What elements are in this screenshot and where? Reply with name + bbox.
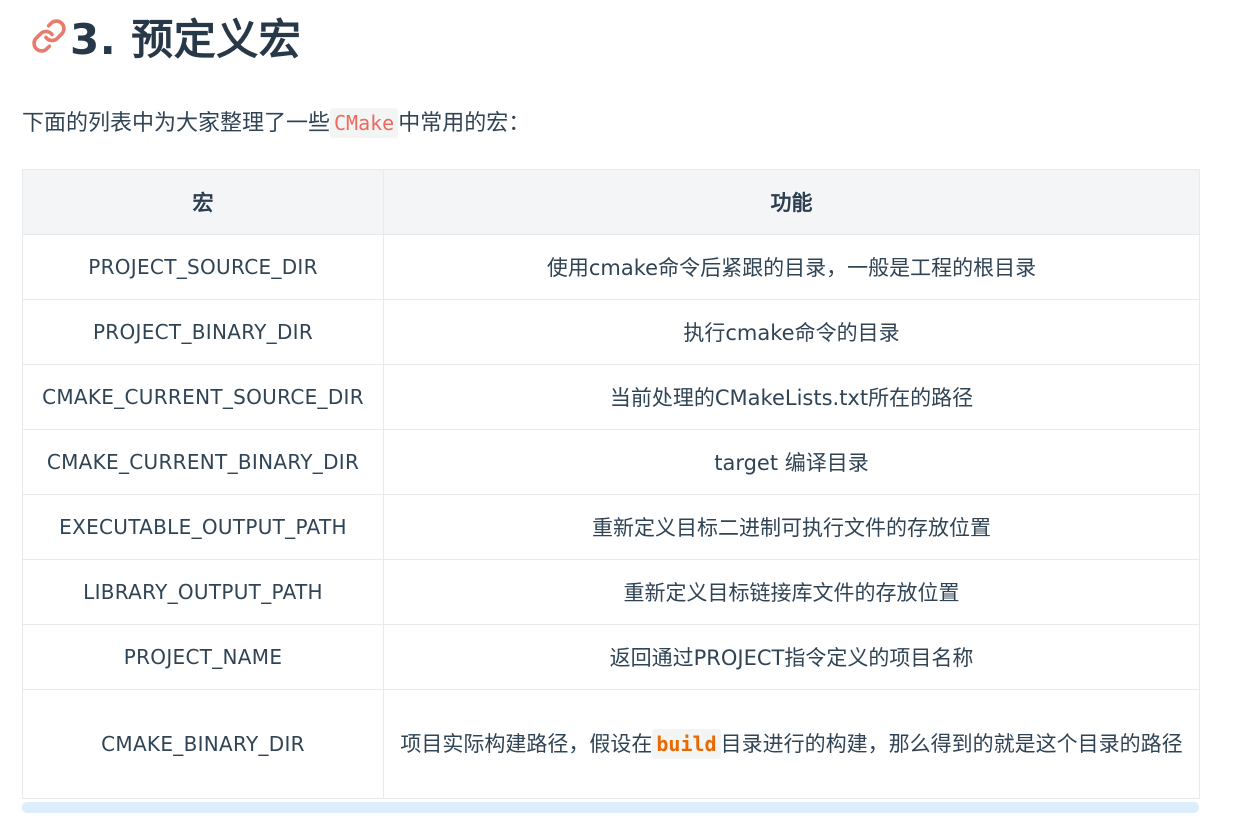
- macro-desc-cell: 重新定义目标链接库文件的存放位置: [383, 559, 1200, 625]
- column-header-macro: 宏: [22, 169, 384, 235]
- table-row: CMAKE_BINARY_DIR 项目实际构建路径，假设在 build 目录进行的构…: [22, 689, 1200, 799]
- intro-text-end: 中常用的宏：: [398, 111, 531, 136]
- intro-text: 下面的列表中为大家整理了一些: [22, 111, 331, 136]
- desc-text-end: 目录进行的构建，那么得到的就是这个目录的路径: [720, 732, 1183, 756]
- table-row: EXECUTABLE_OUTPUT_PATH 重新定义目标二进制可执行文件的存放…: [22, 494, 1200, 560]
- macro-name-cell: EXECUTABLE_OUTPUT_PATH: [22, 494, 384, 560]
- section-heading: 3. 预定义宏: [30, 6, 301, 66]
- macro-desc-cell: 项目实际构建路径，假设在 build 目录进行的构建，那么得到的就是这个目录的路径: [383, 689, 1200, 799]
- macro-name-cell: CMAKE_CURRENT_BINARY_DIR: [22, 429, 384, 495]
- macro-name-cell: LIBRARY_OUTPUT_PATH: [22, 559, 384, 625]
- macro-name-cell: PROJECT_BINARY_DIR: [22, 299, 384, 365]
- macro-desc-cell: 返回通过PROJECT指令定义的项目名称: [383, 624, 1200, 690]
- table-row: CMAKE_CURRENT_BINARY_DIR target 编译目录: [22, 429, 1200, 495]
- table-row: LIBRARY_OUTPUT_PATH 重新定义目标链接库文件的存放位置: [22, 559, 1200, 625]
- page-title: 3. 预定义宏: [70, 14, 302, 64]
- macro-table-container: 宏 功能 PROJECT_SOURCE_DIR 使用cmake命令后紧跟的目录，…: [22, 169, 1200, 799]
- macro-table: 宏 功能 PROJECT_SOURCE_DIR 使用cmake命令后紧跟的目录，…: [22, 169, 1200, 799]
- table-header-row: 宏 功能: [22, 169, 1200, 235]
- macro-desc-cell: 重新定义目标二进制可执行文件的存放位置: [383, 494, 1200, 560]
- macro-desc-cell: 当前处理的CMakeLists.txt所在的路径: [383, 364, 1200, 430]
- macro-name-cell: PROJECT_SOURCE_DIR: [22, 234, 384, 300]
- link-icon[interactable]: [30, 17, 68, 55]
- inline-code-cmake: CMake: [330, 108, 399, 138]
- table-row: CMAKE_CURRENT_SOURCE_DIR 当前处理的CMakeLists…: [22, 364, 1200, 430]
- table-row: PROJECT_BINARY_DIR 执行cmake命令的目录: [22, 299, 1200, 365]
- desc-text: 项目实际构建路径，假设在: [400, 732, 653, 756]
- macro-name-cell: PROJECT_NAME: [22, 624, 384, 690]
- table-row: PROJECT_SOURCE_DIR 使用cmake命令后紧跟的目录，一般是工程…: [22, 234, 1200, 300]
- macro-desc-cell: 使用cmake命令后紧跟的目录，一般是工程的根目录: [383, 234, 1200, 300]
- macro-name-cell: CMAKE_CURRENT_SOURCE_DIR: [22, 364, 384, 430]
- horizontal-scrollbar[interactable]: [22, 802, 1199, 813]
- macro-name-cell: CMAKE_BINARY_DIR: [22, 689, 384, 799]
- inline-code-build: build: [652, 729, 721, 759]
- column-header-function: 功能: [383, 169, 1200, 235]
- macro-desc-cell: 执行cmake命令的目录: [383, 299, 1200, 365]
- intro-paragraph: 下面的列表中为大家整理了一些 CMake 中常用的宏：: [22, 106, 530, 141]
- table-row: PROJECT_NAME 返回通过PROJECT指令定义的项目名称: [22, 624, 1200, 690]
- macro-desc-cell: target 编译目录: [383, 429, 1200, 495]
